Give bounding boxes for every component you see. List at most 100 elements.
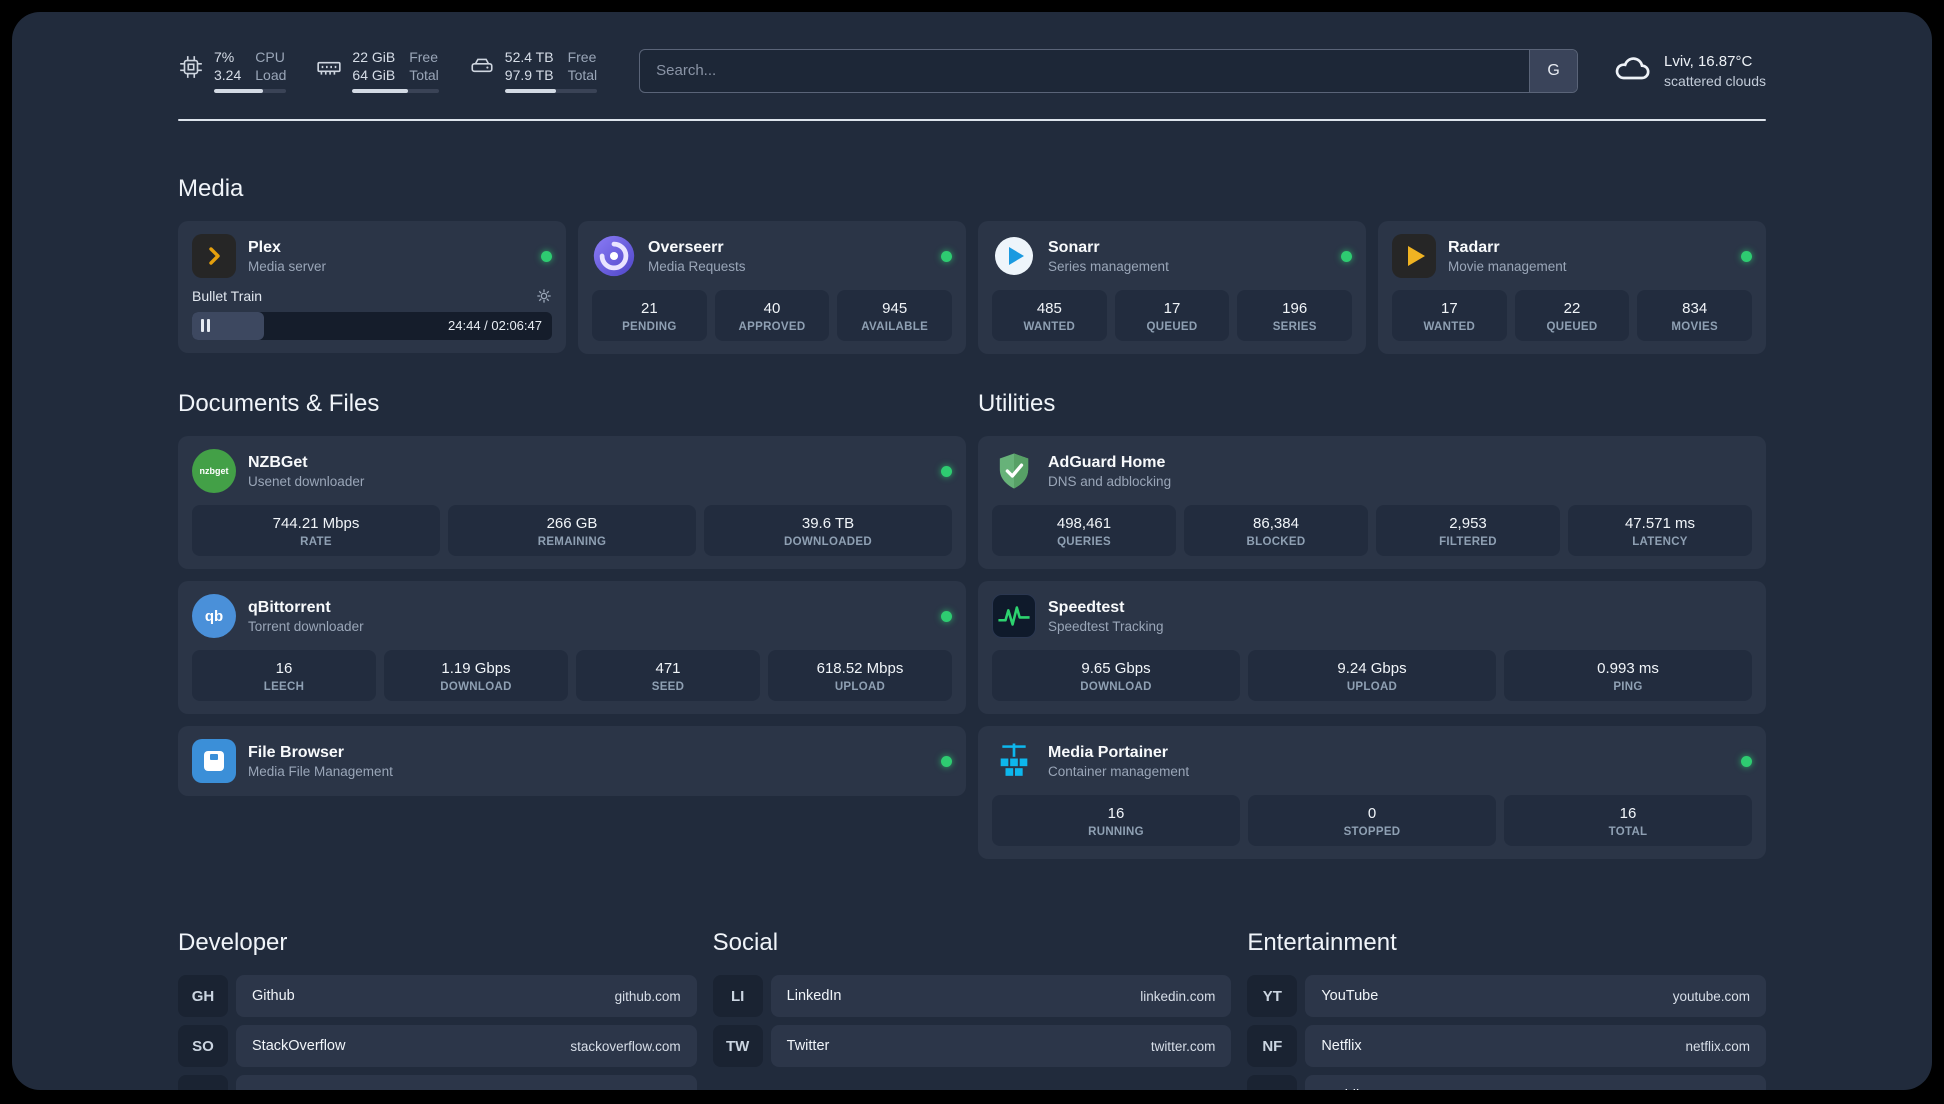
search-provider-button[interactable]: G — [1529, 49, 1578, 92]
section-title-utilities: Utilities — [978, 390, 1056, 417]
bookmark-url: stackoverflow.com — [570, 1038, 681, 1054]
bookmark-stackoverflow[interactable]: SO StackOverflow stackoverflow.com — [178, 1025, 697, 1067]
bookmark-url: youtube.com — [1672, 988, 1750, 1004]
ram-icon — [316, 54, 342, 85]
sonarr-icon — [992, 234, 1036, 278]
gear-icon[interactable] — [536, 288, 552, 304]
stat-running: 16 RUNNING — [992, 795, 1240, 846]
stat-rate: 744.21 Mbps RATE — [192, 505, 440, 556]
bookmark-abbr: NF — [1247, 1025, 1298, 1067]
bookmark-name: Twitter — [786, 1038, 830, 1054]
stat-movies: 834 MOVIES — [1637, 290, 1753, 341]
service-card-overseerr[interactable]: Overseerr Media Requests 21 PENDING 40 A… — [578, 221, 966, 354]
playback-time: 24:44 / 02:06:47 — [448, 318, 542, 333]
bookmark-name: Reddit — [1321, 1088, 1363, 1090]
status-dot — [941, 250, 952, 262]
bookmark-netflix[interactable]: NF Netflix netflix.com — [1247, 1025, 1766, 1067]
service-name: Plex — [248, 238, 281, 256]
service-name: Sonarr — [1048, 238, 1100, 256]
service-card-plex[interactable]: Plex Media server Bullet Train 24:44 / 0… — [178, 221, 566, 353]
stat-wanted: 485 WANTED — [992, 290, 1107, 341]
service-name: Speedtest — [1048, 598, 1125, 616]
cpu-load-value: 3.24 — [214, 67, 242, 83]
radarr-icon — [1392, 234, 1436, 278]
stat-queries: 498,461 QUERIES — [992, 505, 1176, 556]
utilities-column: Utilities AdGuard Home DNS and adblockin… — [978, 390, 1766, 859]
service-card-radarr[interactable]: Radarr Movie management 17 WANTED 22 QUE… — [1378, 221, 1766, 354]
topbar-divider — [178, 119, 1766, 121]
service-card-filebrowser[interactable]: File Browser Media File Management — [178, 726, 966, 796]
cpu-load-label: Load — [255, 67, 287, 83]
status-dot — [1741, 755, 1752, 767]
stat-approved: 40 APPROVED — [714, 290, 830, 341]
service-description: Usenet downloader — [248, 473, 365, 489]
service-name: File Browser — [248, 743, 345, 761]
disk-total-label: Total — [567, 67, 598, 83]
documents-column: Documents & Files nzbget NZBGet Usenet d… — [178, 390, 966, 796]
weather-condition: scattered clouds — [1664, 72, 1766, 89]
bookmark-abbr: RE — [1247, 1075, 1298, 1090]
search-input[interactable] — [640, 49, 1530, 92]
ram-usage-bar — [352, 89, 439, 93]
bookmark-url: linkedin.com — [1140, 988, 1216, 1004]
stat-blocked: 86,384 BLOCKED — [1184, 505, 1368, 556]
bookmark-url: dev.to — [645, 1089, 681, 1091]
cloud-icon — [1612, 51, 1652, 90]
service-card-adguard[interactable]: AdGuard Home DNS and adblocking 498,461 … — [978, 436, 1766, 569]
stat-available: 945 AVAILABLE — [837, 290, 953, 341]
bookmark-name: StackOverflow — [252, 1038, 346, 1054]
service-description: Series management — [1048, 258, 1169, 274]
disk-icon — [469, 54, 495, 85]
stat-total: 16 TOTAL — [1504, 795, 1752, 846]
cpu-percent: 7% — [214, 49, 235, 65]
bookmark-url: netflix.com — [1685, 1038, 1750, 1054]
nzbget-icon: nzbget — [192, 449, 236, 493]
stat-remaining: 266 GB REMAINING — [448, 505, 696, 556]
service-card-qbittorrent[interactable]: qb qBittorrent Torrent downloader 16 LEE… — [178, 581, 966, 714]
media-card-grid: Plex Media server Bullet Train 24:44 / 0… — [178, 221, 1766, 354]
disk-widget: 52.4 TB 97.9 TB Free Total — [469, 48, 598, 93]
bookmark-abbr: DT — [178, 1075, 228, 1090]
bookmarks-social: Social LI LinkedIn linkedin.com TW Twitt… — [712, 929, 1232, 1075]
service-description: DNS and adblocking — [1048, 473, 1172, 489]
overseerr-icon — [592, 234, 636, 278]
bookmark-abbr: GH — [178, 975, 228, 1017]
service-card-portainer[interactable]: Media Portainer Container management 16 … — [978, 726, 1766, 859]
bookmark-dev[interactable]: DT DEV dev.to — [178, 1075, 697, 1090]
ram-widget: 22 GiB 64 GiB Free Total — [316, 48, 439, 93]
plex-icon — [192, 234, 236, 278]
playback-progress-bar: 24:44 / 02:06:47 — [192, 312, 552, 340]
bookmark-linkedin[interactable]: LI LinkedIn linkedin.com — [712, 975, 1232, 1017]
portainer-icon — [992, 739, 1036, 783]
cpu-usage-bar — [214, 89, 287, 93]
stat-download: 9.65 Gbps DOWNLOAD — [992, 650, 1240, 701]
bookmark-url: github.com — [614, 988, 681, 1004]
weather-widget: Lviv, 16.87°C scattered clouds — [1612, 51, 1766, 90]
bookmarks-entertainment: Entertainment YT YouTube youtube.com NF … — [1247, 929, 1766, 1090]
service-description: Container management — [1048, 763, 1190, 779]
bookmark-twitter[interactable]: TW Twitter twitter.com — [712, 1025, 1232, 1067]
section-title-social: Social — [712, 929, 779, 956]
status-dot — [1741, 250, 1752, 262]
service-card-nzbget[interactable]: nzbget NZBGet Usenet downloader 744.21 M… — [178, 436, 966, 569]
status-dot — [941, 755, 952, 767]
service-card-sonarr[interactable]: Sonarr Series management 485 WANTED 17 Q… — [978, 221, 1366, 354]
bookmark-abbr: YT — [1247, 975, 1298, 1017]
status-dot — [1341, 250, 1352, 262]
bookmark-youtube[interactable]: YT YouTube youtube.com — [1247, 975, 1766, 1017]
adguard-icon — [992, 449, 1036, 493]
filebrowser-icon — [192, 739, 236, 783]
bookmark-abbr: SO — [178, 1025, 228, 1067]
bookmark-github[interactable]: GH Github github.com — [178, 975, 697, 1017]
service-description: Media server — [248, 258, 327, 274]
disk-free-label: Free — [567, 49, 597, 65]
service-description: Movie management — [1448, 258, 1567, 274]
service-description: Media Requests — [648, 258, 746, 274]
bookmark-reddit[interactable]: RE Reddit reddit.com — [1247, 1075, 1766, 1090]
stat-latency: 47.571 ms LATENCY — [1568, 505, 1752, 556]
section-title-documents: Documents & Files — [178, 390, 380, 417]
service-name: AdGuard Home — [1048, 453, 1166, 471]
disk-total-value: 97.9 TB — [504, 67, 554, 83]
pause-button[interactable] — [201, 319, 210, 332]
service-card-speedtest[interactable]: Speedtest Speedtest Tracking 9.65 Gbps D… — [978, 581, 1766, 714]
